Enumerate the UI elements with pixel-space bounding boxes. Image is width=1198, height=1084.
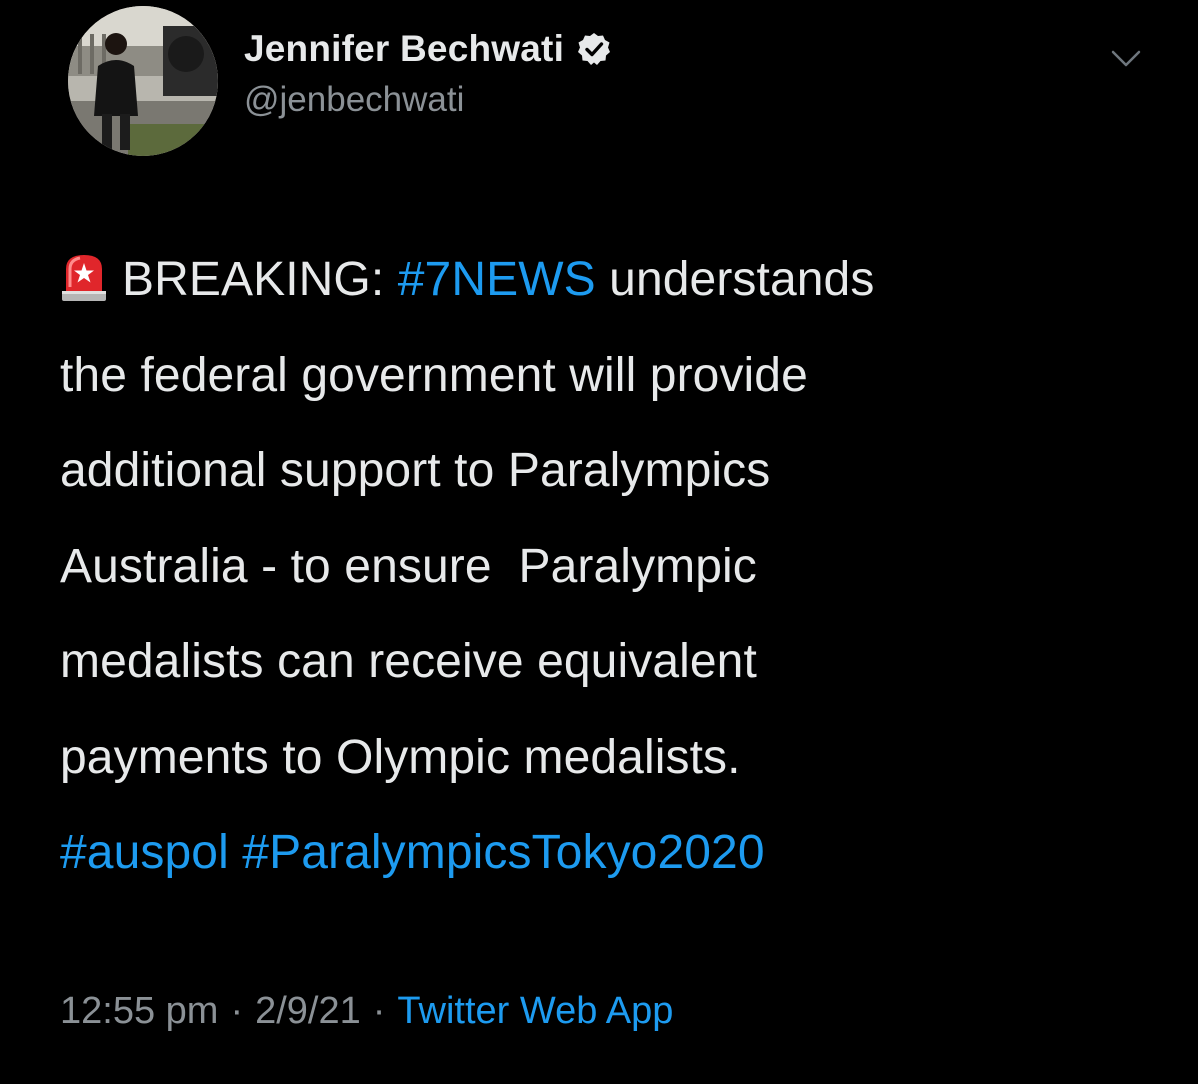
tweet-text-segment xyxy=(229,826,242,879)
chevron-down-icon[interactable] xyxy=(1108,44,1144,74)
tweet-text-line: Australia - to ensure Paralympic xyxy=(60,519,1170,615)
display-name[interactable]: Jennifer Bechwati xyxy=(244,28,564,70)
tweet-text-line: payments to Olympic medalists. xyxy=(60,710,1170,806)
tweet-source-link[interactable]: Twitter Web App xyxy=(397,990,673,1032)
tweet-text-line: medalists can receive equivalent xyxy=(60,614,1170,710)
tweet-time[interactable]: 12:55 pm xyxy=(60,990,218,1032)
author-handle[interactable]: @jenbechwati xyxy=(244,80,464,120)
verified-badge-icon xyxy=(578,33,611,65)
tweet-text-segment: medalists can receive equivalent xyxy=(60,635,757,688)
tweet-text-line: #auspol #ParalympicsTokyo2020 xyxy=(60,805,1170,901)
tweet-card: Jennifer Bechwati @jenbechwati BREAKING:… xyxy=(0,0,1198,1084)
tweet-text-segment: payments to Olympic medalists. xyxy=(60,730,741,784)
police-siren-icon xyxy=(62,255,106,301)
hashtag-link[interactable]: #auspol xyxy=(60,826,229,879)
tweet-text-segment: additional support to Paralympics xyxy=(60,444,771,497)
author-name-row[interactable]: Jennifer Bechwati xyxy=(244,24,612,74)
hashtag-link[interactable]: #7NEWS xyxy=(398,253,596,306)
tweet-date[interactable]: 2/9/21 xyxy=(255,990,361,1032)
meta-separator: · xyxy=(372,990,386,1032)
tweet-text-segment: BREAKING: xyxy=(122,253,398,306)
tweet-body: BREAKING: #7NEWS understands the federal … xyxy=(60,232,1170,901)
tweet-text-segment: Australia - to ensure Paralympic xyxy=(60,539,757,593)
tweet-text-line: the federal government will provide xyxy=(60,328,1170,424)
avatar[interactable] xyxy=(68,6,218,156)
meta-separator: · xyxy=(230,990,244,1032)
tweet-text-line: additional support to Paralympics xyxy=(60,423,1170,519)
tweet-text-segment: the federal government will provide xyxy=(60,348,808,402)
tweet-text-segment: understands xyxy=(595,253,875,306)
hashtag-link[interactable]: #ParalympicsTokyo2020 xyxy=(242,826,764,879)
profile-photo xyxy=(68,6,218,156)
tweet-text-line: BREAKING: #7NEWS understands xyxy=(60,232,1170,328)
tweet-meta: 12:55 pm · 2/9/21 · Twitter Web App xyxy=(60,990,673,1033)
